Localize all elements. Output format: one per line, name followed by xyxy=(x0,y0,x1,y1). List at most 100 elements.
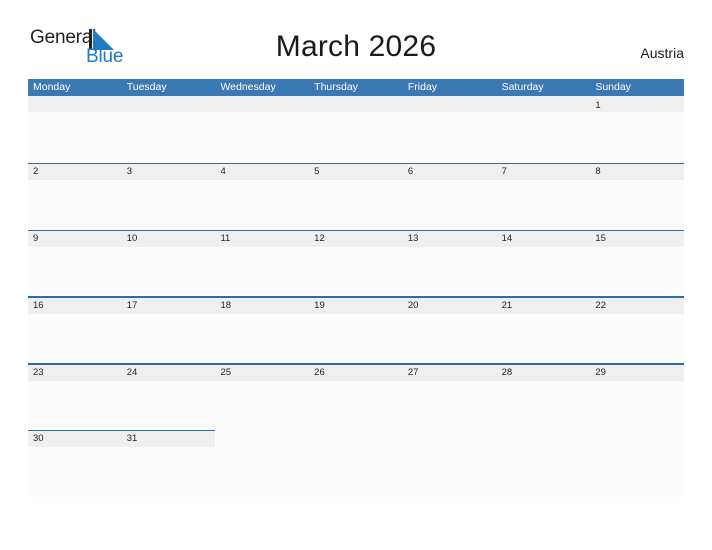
calendar-day-cell[interactable]: 3 xyxy=(121,162,216,230)
day-number: 16 xyxy=(33,299,44,311)
calendar-day-cell[interactable]: 20 xyxy=(402,296,497,363)
calendar-day-cell[interactable]: 31 xyxy=(121,429,216,497)
day-number: 7 xyxy=(501,166,507,178)
day-number: 27 xyxy=(407,366,419,378)
calendar-page: General Blue March 2026 Austria Monday T… xyxy=(0,0,712,550)
date-band xyxy=(215,164,310,181)
calendar-day-cell[interactable]: 4 xyxy=(215,162,310,230)
day-number: 12 xyxy=(314,233,325,245)
dow-thursday: Thursday xyxy=(314,81,358,93)
calendar-day-cell-empty xyxy=(496,96,591,163)
calendar-week-row: 30 31 xyxy=(28,429,684,497)
date-band xyxy=(121,164,216,181)
day-number: 3 xyxy=(126,166,133,178)
date-band xyxy=(309,96,403,112)
day-number: 29 xyxy=(595,366,606,378)
calendar-day-cell[interactable]: 24 xyxy=(121,363,216,430)
calendar-day-cell[interactable]: 25 xyxy=(215,363,310,430)
day-number: 6 xyxy=(407,166,414,178)
week-cells: 2 3 4 5 6 7 8 xyxy=(28,162,685,230)
calendar-day-cell[interactable]: 7 xyxy=(496,162,591,230)
calendar-day-cell-empty xyxy=(215,96,310,163)
dow-saturday: Saturday xyxy=(501,81,544,93)
day-number: 15 xyxy=(595,233,606,245)
day-number: 20 xyxy=(407,299,419,311)
date-band xyxy=(28,231,122,248)
day-number: 18 xyxy=(220,299,232,311)
date-band xyxy=(402,164,497,181)
dow-friday: Friday xyxy=(407,81,438,93)
calendar-week-row: 2 3 4 5 6 7 8 xyxy=(28,162,685,230)
dow-sunday: Sunday xyxy=(595,81,631,93)
day-of-week-header: Monday Tuesday Wednesday Thursday Friday… xyxy=(28,79,684,96)
calendar-day-cell[interactable]: 1 xyxy=(590,96,685,163)
calendar-day-cell[interactable]: 6 xyxy=(402,162,497,230)
day-number: 10 xyxy=(126,233,138,245)
day-number: 2 xyxy=(33,166,39,178)
country-label: Austria xyxy=(640,45,684,61)
day-number: 28 xyxy=(501,366,513,378)
calendar-day-cell-empty xyxy=(28,96,122,163)
calendar-day-cell[interactable]: 17 xyxy=(121,296,216,363)
day-number: 30 xyxy=(33,433,44,445)
day-number: 4 xyxy=(220,166,226,178)
date-band xyxy=(28,164,122,181)
calendar-day-cell[interactable]: 9 xyxy=(28,229,122,297)
calendar-day-cell-empty xyxy=(215,430,309,497)
day-number: 23 xyxy=(33,366,44,378)
calendar-day-cell[interactable]: 21 xyxy=(496,296,591,363)
calendar-day-cell[interactable]: 29 xyxy=(590,363,685,430)
calendar-day-cell[interactable]: 5 xyxy=(309,162,403,230)
page-header: General Blue March 2026 Austria xyxy=(0,0,712,66)
day-number: 19 xyxy=(314,299,325,311)
day-number: 22 xyxy=(595,299,606,311)
calendar-day-cell[interactable]: 19 xyxy=(309,296,403,363)
calendar-weeks: 1 2 3 4 5 6 7 8 9 10 11 12 13 14 15 16 17 18 19 20 21 22 23 24 2… xyxy=(28,96,685,497)
calendar-day-cell[interactable]: 28 xyxy=(496,363,591,430)
calendar-week-row: 23 24 25 26 27 28 29 xyxy=(28,363,685,430)
calendar-day-cell-empty xyxy=(309,96,403,163)
date-band xyxy=(28,96,122,112)
calendar-day-cell-empty xyxy=(497,430,591,497)
day-number: 31 xyxy=(126,433,138,445)
calendar-day-cell[interactable]: 16 xyxy=(28,296,122,363)
calendar-grid: Monday Tuesday Wednesday Thursday Friday… xyxy=(28,79,685,497)
week-cells: 30 31 xyxy=(28,429,684,497)
calendar-day-cell[interactable]: 11 xyxy=(215,229,310,297)
date-band xyxy=(496,164,591,181)
day-number: 8 xyxy=(595,166,601,178)
calendar-day-cell[interactable]: 26 xyxy=(309,363,403,430)
day-number: 11 xyxy=(220,233,231,245)
calendar-day-cell-empty xyxy=(121,96,216,163)
calendar-day-cell[interactable]: 13 xyxy=(402,229,497,297)
date-band xyxy=(121,96,216,112)
calendar-day-cell-empty xyxy=(309,430,403,497)
date-band xyxy=(590,164,685,181)
day-number: 25 xyxy=(220,366,232,378)
day-number: 9 xyxy=(33,233,39,245)
calendar-day-cell[interactable]: 10 xyxy=(121,229,216,297)
calendar-day-cell[interactable]: 8 xyxy=(590,162,685,230)
calendar-day-cell[interactable]: 14 xyxy=(496,229,591,297)
calendar-day-cell[interactable]: 23 xyxy=(28,363,122,430)
date-band xyxy=(590,96,685,112)
dow-monday: Monday xyxy=(33,81,71,93)
dow-tuesday: Tuesday xyxy=(126,81,167,93)
week-cells: 23 24 25 26 27 28 29 xyxy=(28,363,685,430)
calendar-day-cell[interactable]: 15 xyxy=(590,229,685,297)
date-band xyxy=(402,96,497,112)
calendar-day-cell[interactable]: 27 xyxy=(402,363,497,430)
calendar-day-cell-empty xyxy=(402,96,497,163)
calendar-day-cell[interactable]: 22 xyxy=(590,296,685,363)
calendar-day-cell[interactable]: 2 xyxy=(28,162,122,230)
calendar-day-cell[interactable]: 30 xyxy=(28,429,122,497)
day-number: 17 xyxy=(126,299,138,311)
calendar-day-cell-empty xyxy=(590,430,684,497)
date-band xyxy=(215,96,310,112)
calendar-day-cell[interactable]: 18 xyxy=(215,296,310,363)
day-number: 5 xyxy=(314,166,320,178)
week-cells: 16 17 18 19 20 21 22 xyxy=(28,296,685,363)
calendar-day-cell[interactable]: 12 xyxy=(309,229,403,297)
calendar-week-row: 9 10 11 12 13 14 15 xyxy=(28,229,685,297)
day-number: 26 xyxy=(314,366,325,378)
